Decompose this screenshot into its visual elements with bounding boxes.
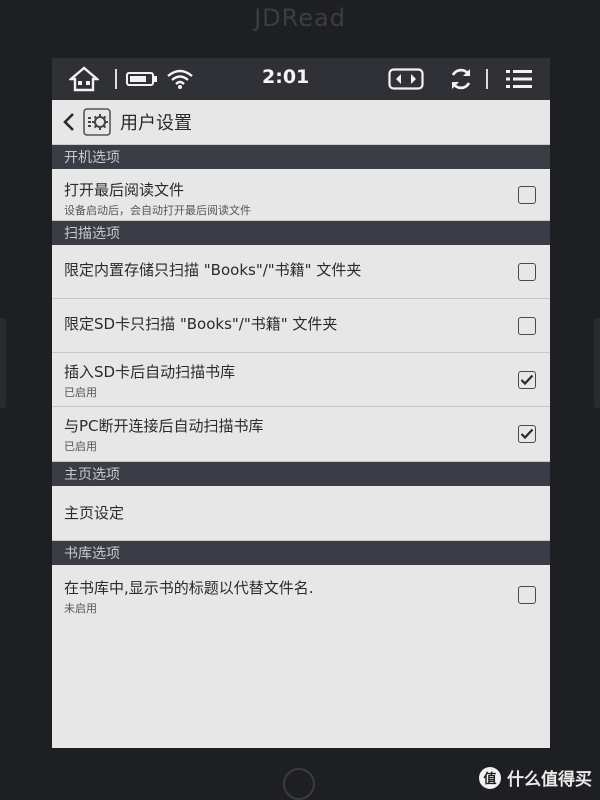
setting-label: 打开最后阅读文件 <box>64 181 185 199</box>
status-divider <box>486 69 488 89</box>
setting-show-book-title[interactable]: 在书库中,显示书的标题以代替文件名. 未启用 <box>52 565 550 625</box>
setting-status: 已启用 <box>64 386 97 399</box>
setting-sd-autoscan[interactable]: 插入SD卡后自动扫描书库 已启用 <box>52 353 550 407</box>
check-icon <box>520 428 534 440</box>
back-button[interactable] <box>58 111 80 133</box>
watermark: 值 什么值得买 <box>479 765 592 790</box>
screen: 2:01 用户设置 开机选项 打开最后阅读文件 设备启动后，会自动打开最后阅读文… <box>52 58 550 748</box>
home-icon[interactable] <box>68 65 100 93</box>
sd-autoscan-checkbox[interactable] <box>518 370 536 389</box>
setting-pc-autoscan[interactable]: 与PC断开连接后自动扫描书库 已启用 <box>52 407 550 462</box>
menu-icon[interactable] <box>504 67 534 91</box>
setting-status: 已启用 <box>64 440 97 453</box>
wifi-icon <box>166 67 194 91</box>
page-title: 用户设置 <box>120 113 192 134</box>
setting-label: 限定内置存储只扫描 "Books"/"书籍" 文件夹 <box>64 261 362 279</box>
setting-label: 主页设定 <box>64 504 125 522</box>
watermark-text: 什么值得买 <box>507 770 592 790</box>
section-header-home: 主页选项 <box>52 462 550 486</box>
setting-status: 未启用 <box>64 602 97 615</box>
status-clock: 2:01 <box>262 66 310 88</box>
setting-description: 设备启动后，会自动打开最后阅读文件 <box>64 204 251 217</box>
check-icon <box>520 374 534 385</box>
watermark-logo: 值 <box>479 766 501 789</box>
status-divider <box>115 69 117 89</box>
show-title-checkbox[interactable] <box>518 586 536 604</box>
setting-label: 限定SD卡只扫描 "Books"/"书籍" 文件夹 <box>64 315 338 333</box>
page-turn-icon[interactable] <box>388 67 424 91</box>
section-header-scan: 扫描选项 <box>52 221 550 245</box>
pc-autoscan-checkbox[interactable] <box>518 425 536 443</box>
setting-home-page[interactable]: 主页设定 <box>52 486 550 541</box>
setting-open-last-file[interactable]: 打开最后阅读文件 设备启动后，会自动打开最后阅读文件 <box>52 169 550 221</box>
setting-internal-books-only[interactable]: 限定内置存储只扫描 "Books"/"书籍" 文件夹 <box>52 245 550 299</box>
title-bar: 用户设置 <box>52 100 550 145</box>
refresh-icon[interactable] <box>447 66 475 92</box>
setting-label: 插入SD卡后自动扫描书库 <box>64 363 236 381</box>
internal-books-checkbox[interactable] <box>518 262 536 281</box>
setting-sd-books-only[interactable]: 限定SD卡只扫描 "Books"/"书籍" 文件夹 <box>52 299 550 353</box>
device-home-button[interactable] <box>283 768 315 800</box>
setting-label: 与PC断开连接后自动扫描书库 <box>64 417 264 435</box>
section-header-library: 书库选项 <box>52 541 550 565</box>
sd-books-checkbox[interactable] <box>518 316 536 335</box>
device-brand: JDRead <box>254 4 346 32</box>
battery-icon <box>126 70 158 88</box>
side-button-right[interactable] <box>594 318 600 408</box>
section-header-boot: 开机选项 <box>52 145 550 169</box>
setting-label: 在书库中,显示书的标题以代替文件名. <box>64 579 314 597</box>
side-button-left[interactable] <box>0 318 6 408</box>
status-bar: 2:01 <box>52 58 550 100</box>
chevron-left-icon <box>63 113 74 131</box>
settings-gear-icon <box>82 107 112 137</box>
open-last-checkbox[interactable] <box>518 185 536 204</box>
